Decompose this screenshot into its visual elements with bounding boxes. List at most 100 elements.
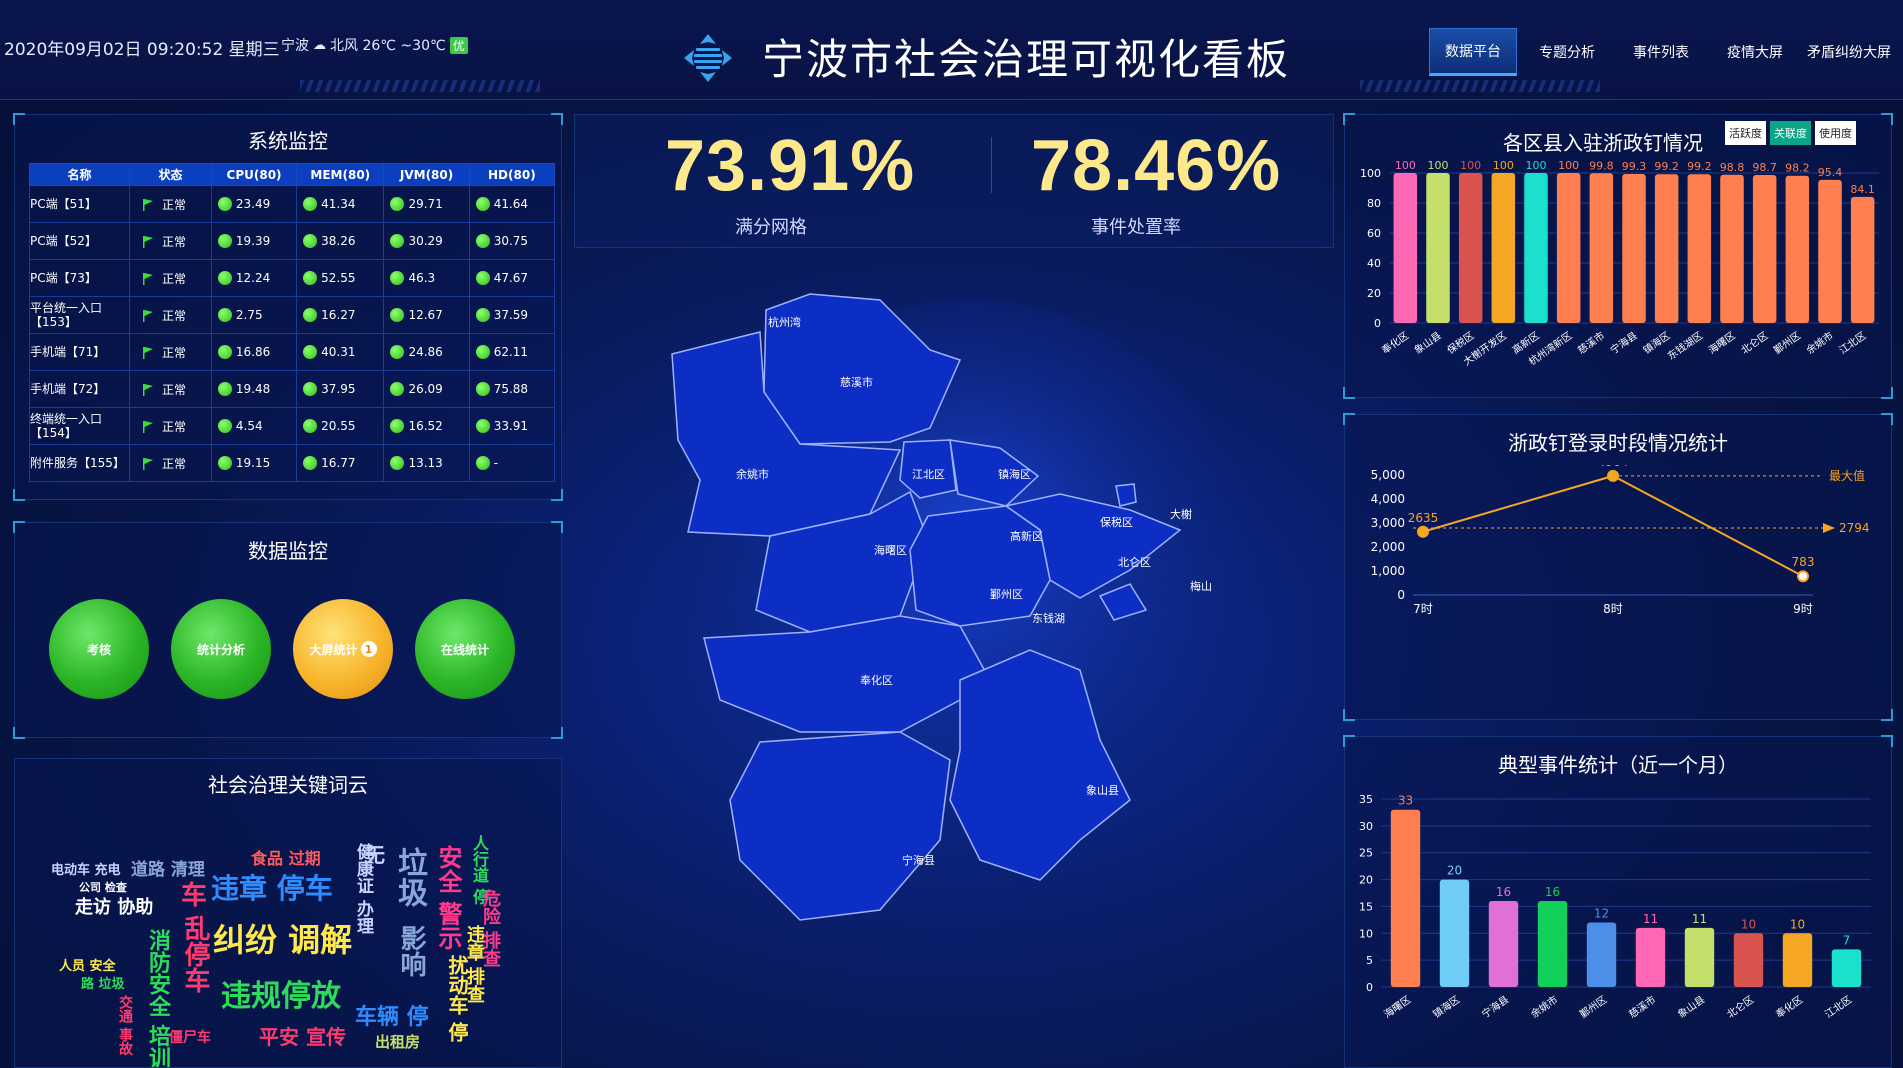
data-label: 20 xyxy=(1447,864,1462,878)
table-cell: 23.49 xyxy=(210,185,298,223)
tab-topic-analysis[interactable]: 专题分析 xyxy=(1523,28,1611,76)
data-point[interactable] xyxy=(1797,570,1809,583)
data-point[interactable] xyxy=(1607,469,1619,482)
bar[interactable] xyxy=(1589,173,1614,323)
online-stats-button[interactable]: 在线统计 xyxy=(415,599,515,699)
bar[interactable] xyxy=(1635,927,1666,987)
bar[interactable] xyxy=(1720,174,1744,323)
toggle-activity[interactable]: 活跃度 xyxy=(1725,121,1766,145)
data-label: 99.2 xyxy=(1654,160,1679,173)
table-cell: 38.26 xyxy=(296,222,385,260)
status-dot-icon xyxy=(217,271,232,286)
cell-value: 29.71 xyxy=(408,196,443,211)
status-text: 正常 xyxy=(162,271,187,286)
cell-value: 37.95 xyxy=(321,381,356,396)
data-point[interactable] xyxy=(1417,525,1429,538)
event-handle-rate-value: 78.46% xyxy=(1031,126,1282,206)
word-cloud-word: 违规停放 xyxy=(221,979,341,1014)
assessment-button[interactable]: 考核 xyxy=(49,599,149,699)
header-decoration-right xyxy=(1360,80,1600,92)
bar[interactable] xyxy=(1458,173,1483,323)
bar[interactable] xyxy=(1426,173,1450,323)
column-header: HD(80) xyxy=(468,163,556,186)
login-line-chart: 0 1,000 2,000 3,000 4,000 5,000 2794 最大值 2635 7时 4… xyxy=(1371,465,1870,616)
map-label: 高新区 xyxy=(1010,529,1043,543)
bar[interactable] xyxy=(1586,922,1617,987)
table-cell: 平台统一入口【153】 xyxy=(29,296,130,334)
tab-epidemic-screen[interactable]: 疫情大屏 xyxy=(1711,28,1799,76)
data-label: 4964 xyxy=(1598,465,1629,469)
bar[interactable] xyxy=(1818,179,1842,323)
y-tick-label: 15 xyxy=(1359,900,1373,913)
cell-value: 19.15 xyxy=(235,455,271,470)
data-label: 99.8 xyxy=(1589,159,1614,172)
tab-event-list[interactable]: 事件列表 xyxy=(1617,28,1705,76)
bar[interactable] xyxy=(1687,174,1712,323)
bar[interactable] xyxy=(1782,933,1813,987)
tab-data-platform[interactable]: 数据平台 xyxy=(1429,28,1517,76)
bar[interactable] xyxy=(1524,173,1548,323)
cell-value: 手机端【72】 xyxy=(30,382,106,396)
bar[interactable] xyxy=(1654,174,1679,323)
table-body: PC端【51】 正常 23.49 41.34 29.71 41.64 PC端【52】 正常 19… xyxy=(29,185,556,482)
tab-dispute-screen[interactable]: 矛盾纠纷大屏 xyxy=(1805,28,1893,76)
toggle-usage[interactable]: 使用度 xyxy=(1815,121,1856,145)
table-cell: 正常 xyxy=(129,444,212,482)
corner-decoration xyxy=(15,759,25,769)
y-tick-label: 60 xyxy=(1367,227,1381,240)
x-tick-label: 海曙区 xyxy=(1706,329,1738,357)
data-label: 783 xyxy=(1792,555,1815,569)
statistics-analysis-button[interactable]: 统计分析 xyxy=(171,599,271,699)
bar[interactable] xyxy=(1752,174,1777,323)
word-cloud-word: 出租房 xyxy=(375,1033,421,1051)
table-cell: 24.86 xyxy=(383,333,470,371)
table-row: PC端【73】 正常 12.24 52.55 46.3 47.67 xyxy=(29,259,556,297)
bar[interactable] xyxy=(1785,175,1810,323)
flag-icon xyxy=(143,458,153,470)
corner-decoration xyxy=(1343,735,1355,747)
map-label: 奉化区 xyxy=(860,673,893,687)
bar[interactable] xyxy=(1439,879,1470,987)
table-cell: 41.64 xyxy=(468,185,556,223)
status-dot-icon xyxy=(390,271,405,286)
toggle-association[interactable]: 关联度 xyxy=(1770,121,1811,145)
y-tick-label: 0 xyxy=(1374,317,1381,330)
x-tick-label: 鄞州区 xyxy=(1771,329,1803,357)
table-cell: 手机端【72】 xyxy=(29,370,130,408)
bar[interactable] xyxy=(1850,196,1875,323)
bar[interactable] xyxy=(1390,809,1421,987)
bar[interactable] xyxy=(1491,173,1516,323)
ningbo-map[interactable]: 杭州湾 慈溪市 余姚市 江北区 镇海区 海曙区 高新区 保税区 大榭 北仑区 鄞… xyxy=(660,280,1280,1000)
status-dot-icon xyxy=(303,271,318,286)
event-handle-rate-label: 事件处置率 xyxy=(1091,217,1181,238)
word-cloud-word: 乱停车 xyxy=(180,915,210,993)
table-cell: 正常 xyxy=(129,222,212,260)
button-label: 考核 xyxy=(86,642,111,657)
big-screen-stats-button[interactable]: 大屏统计 1 xyxy=(293,599,393,699)
x-tick-label: 余姚市 xyxy=(1528,993,1560,1021)
bar[interactable] xyxy=(1733,933,1764,987)
status-text: 正常 xyxy=(162,456,187,471)
cell-value: 20.55 xyxy=(321,418,356,433)
column-header: CPU(80) xyxy=(210,163,298,186)
x-tick-label: 奉化区 xyxy=(1773,993,1805,1021)
data-label: 100 xyxy=(1460,159,1481,172)
bar[interactable] xyxy=(1488,901,1519,987)
cell-value: 13.13 xyxy=(408,455,443,470)
x-tick-label: 象山县 xyxy=(1412,330,1443,357)
flag-icon xyxy=(143,236,153,248)
button-label: 大屏统计 xyxy=(309,642,358,657)
bar[interactable] xyxy=(1684,927,1715,987)
bar[interactable] xyxy=(1393,173,1418,323)
bar[interactable] xyxy=(1556,173,1581,323)
corner-decoration xyxy=(1881,413,1893,425)
status-dot-icon xyxy=(217,456,232,471)
status-text: 正常 xyxy=(162,234,187,249)
bar[interactable] xyxy=(1622,174,1646,323)
y-tick-label: 100 xyxy=(1360,167,1381,180)
bar[interactable] xyxy=(1537,901,1568,987)
table-cell: 2.75 xyxy=(210,296,298,334)
word-cloud-word: 影响 xyxy=(396,925,426,977)
bar[interactable] xyxy=(1831,949,1862,987)
status-dot-icon xyxy=(390,382,405,397)
